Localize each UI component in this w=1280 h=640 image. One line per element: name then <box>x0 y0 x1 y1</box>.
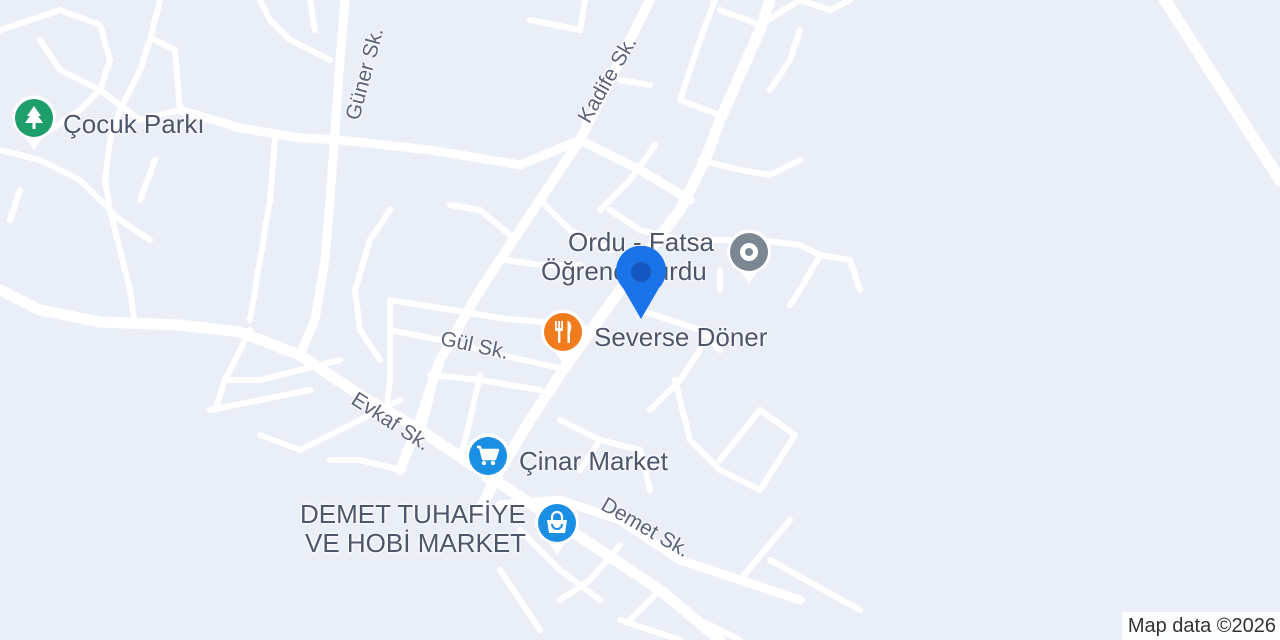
map-canvas[interactable]: Güner Sk. Kadife Sk. Gül Sk. Evkaf Sk. D… <box>0 0 1280 640</box>
map-attribution: Map data ©2026 <box>1121 612 1280 640</box>
road-network <box>0 0 1280 640</box>
poi-label-severse-doner[interactable]: Severse Döner <box>594 324 767 350</box>
place-icon <box>740 243 758 261</box>
poi-marker-restaurant[interactable] <box>539 308 587 366</box>
poi-marker-place[interactable] <box>725 228 773 286</box>
poi-marker-grocery[interactable] <box>464 432 512 490</box>
poi-label-cocuk-parki[interactable]: Çocuk Parkı <box>63 111 205 137</box>
location-pin-icon[interactable] <box>614 246 668 320</box>
poi-label-cinar-market[interactable]: Çinar Market <box>519 448 668 474</box>
poi-label-demet-tuhafiye-line2[interactable]: VE HOBİ MARKET <box>305 530 526 556</box>
poi-marker-park[interactable] <box>10 94 58 152</box>
poi-marker-shopping[interactable] <box>533 499 581 557</box>
poi-label-demet-tuhafiye-line1[interactable]: DEMET TUHAFİYE <box>300 501 526 527</box>
